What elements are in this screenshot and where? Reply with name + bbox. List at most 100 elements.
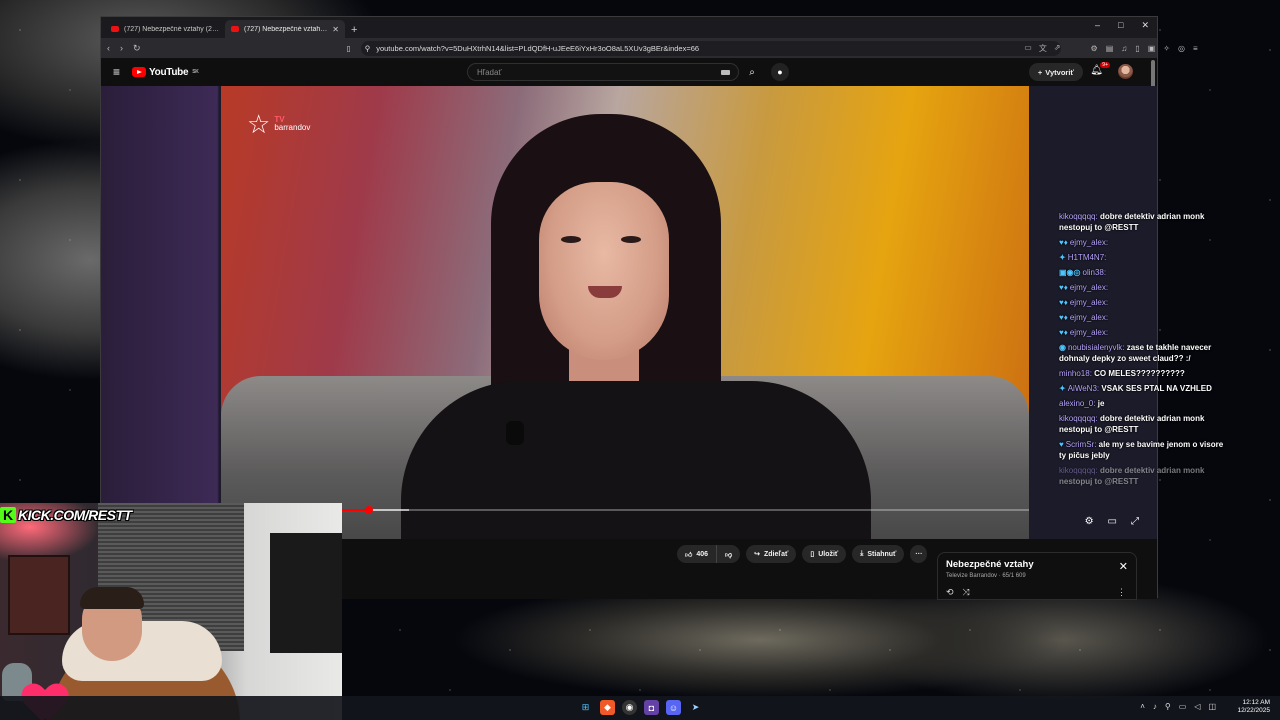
more-vertical-icon[interactable]: ⋮ bbox=[1117, 587, 1126, 598]
share-icon[interactable]: ⇗ bbox=[1054, 43, 1061, 54]
chat-message: kikoqqqqq: dobre detektiv adrian monk ne… bbox=[1059, 211, 1225, 233]
brave-browser-icon[interactable]: ◆ bbox=[600, 700, 615, 715]
monitor-tray-icon[interactable]: ▭ bbox=[1179, 702, 1187, 711]
chat-username[interactable]: noubisialenyvlk: bbox=[1068, 343, 1124, 352]
clock-date: 12/22/2025 bbox=[1237, 707, 1270, 714]
usb-icon[interactable]: ⚲ bbox=[1165, 702, 1171, 711]
video-frame[interactable]: ☆ TV barrandov bbox=[221, 86, 1029, 539]
chat-username[interactable]: ejmy_alex: bbox=[1070, 283, 1108, 292]
chat-username[interactable]: ejmy_alex: bbox=[1070, 313, 1108, 322]
cast-icon[interactable]: ▭ bbox=[1024, 43, 1032, 54]
translate-icon[interactable]: 文 bbox=[1039, 43, 1047, 54]
youtube-logo[interactable]: YouTube SK bbox=[132, 67, 199, 78]
streamer-hair bbox=[80, 587, 144, 609]
hamburger-menu-icon[interactable]: ≡ bbox=[113, 65, 120, 79]
download-button[interactable]: ⤓ Stiahnuť bbox=[852, 545, 905, 563]
network-icon[interactable]: ◫ bbox=[1208, 702, 1216, 711]
windows-start-icon[interactable]: ⊞ bbox=[578, 700, 593, 715]
close-playlist-icon[interactable]: ✕ bbox=[1119, 560, 1128, 573]
minimize-icon[interactable]: – bbox=[1095, 20, 1100, 31]
search-input[interactable]: Hľadať bbox=[467, 63, 739, 81]
chat-username[interactable]: AiWeN3: bbox=[1068, 384, 1099, 393]
chat-username[interactable]: alexino_0: bbox=[1059, 399, 1095, 408]
reader-icon[interactable]: ▯ bbox=[1135, 44, 1139, 53]
tab-1[interactable]: (727) Nebezpečné vztahy (2025/13) bbox=[105, 20, 225, 38]
wallet-icon[interactable]: ▣ bbox=[1148, 44, 1156, 53]
chat-username[interactable]: ejmy_alex: bbox=[1070, 328, 1108, 337]
youtube-favicon-icon bbox=[111, 26, 119, 32]
tab-1-title: (727) Nebezpečné vztahy (2025/13) bbox=[124, 25, 219, 33]
chat-username[interactable]: ejmy_alex: bbox=[1070, 238, 1108, 247]
chat-badge-icon: ♥♦ bbox=[1059, 283, 1068, 292]
discord-icon[interactable]: ☺ bbox=[666, 700, 681, 715]
chat-username[interactable]: H1TM4N7: bbox=[1068, 253, 1107, 262]
reload-icon[interactable]: ↻ bbox=[133, 43, 141, 54]
theater-mode-icon[interactable]: ▭ bbox=[1108, 516, 1117, 527]
star-logo-icon: ☆ bbox=[247, 109, 271, 139]
dislike-button[interactable]: 👎︎ bbox=[717, 545, 741, 563]
chat-username[interactable]: kikoqqqqq: bbox=[1059, 466, 1098, 475]
avatar[interactable] bbox=[1118, 64, 1133, 79]
steam-icon[interactable]: ➤ bbox=[688, 700, 703, 715]
obs-icon[interactable]: ◉ bbox=[622, 700, 637, 715]
search-button[interactable]: ⌕ bbox=[739, 63, 765, 81]
share-button[interactable]: ↪ Zdieľať bbox=[746, 545, 797, 563]
video-player[interactable]: ☆ TV barrandov kikoqqqqq: dobre detektiv… bbox=[101, 86, 1223, 539]
mic-tray-icon[interactable]: ♪ bbox=[1153, 702, 1157, 711]
progress-scrubber[interactable] bbox=[364, 506, 373, 514]
tv-logo-text: TV barrandov bbox=[274, 115, 310, 133]
chat-badge-icon: ♥ bbox=[1059, 440, 1064, 449]
more-actions-button[interactable]: ··· bbox=[910, 545, 928, 563]
chat-username[interactable]: ScrimSr: bbox=[1066, 440, 1097, 449]
progress-bar[interactable] bbox=[224, 506, 1029, 514]
chat-message: ✦ AiWeN3: VSAK SES PTAL NA VZHLED bbox=[1059, 383, 1225, 394]
chat-badge-icon: ✦ bbox=[1059, 384, 1066, 393]
menu-icon[interactable]: ≡ bbox=[1193, 44, 1198, 53]
create-button[interactable]: + Vytvoriť bbox=[1028, 63, 1083, 81]
like-button[interactable]: 👍︎ 406 bbox=[677, 545, 718, 563]
twitch-icon[interactable]: ◘ bbox=[644, 700, 659, 715]
site-info-icon[interactable]: ⚲ bbox=[365, 44, 371, 53]
system-clock[interactable]: 12:12 AM 12/22/2025 bbox=[1237, 699, 1270, 715]
system-tray: ˄ ♪ ⚲ ▭ ◁ ◫ bbox=[1140, 702, 1216, 711]
shuffle-icon[interactable]: ⤨ bbox=[963, 587, 970, 598]
chat-message: kikoqqqqq: dobre detektiv adrian monk ne… bbox=[1059, 413, 1225, 435]
fullscreen-icon[interactable]: ⤢ bbox=[1131, 516, 1139, 527]
new-tab-icon[interactable]: + bbox=[351, 24, 357, 36]
create-label: Vytvoriť bbox=[1045, 67, 1074, 77]
keyboard-icon[interactable] bbox=[721, 69, 730, 75]
puzzle-icon[interactable]: ✧ bbox=[1163, 44, 1170, 53]
maximize-icon[interactable]: □ bbox=[1118, 20, 1123, 31]
volume-icon[interactable]: ◁ bbox=[1194, 702, 1200, 711]
chat-username[interactable]: kikoqqqqq: bbox=[1059, 414, 1098, 423]
shield-check-icon[interactable]: ◎ bbox=[1178, 44, 1185, 53]
sidebar-icon[interactable]: ▤ bbox=[1106, 44, 1114, 53]
chat-badge-icon: ♥♦ bbox=[1059, 313, 1068, 322]
chat-message: ♥♦ ejmy_alex: bbox=[1059, 297, 1225, 308]
close-tab-icon[interactable]: ✕ bbox=[332, 25, 339, 34]
chat-username[interactable]: ejmy_alex: bbox=[1070, 298, 1108, 307]
extensions-bar: ⚙ ▤ ♫ ▯ ▣ ✧ ◎ ≡ bbox=[1091, 44, 1198, 53]
webcam-overlay bbox=[0, 503, 342, 720]
back-icon[interactable]: ‹ bbox=[107, 43, 110, 53]
address-bar[interactable]: ▯ ⚲ youtube.com/watch?v=5DuHXtrhN14&list… bbox=[347, 40, 1061, 56]
close-window-icon[interactable]: ✕ bbox=[1141, 20, 1149, 31]
music-icon[interactable]: ♫ bbox=[1121, 44, 1127, 53]
tab-2[interactable]: (727) Nebezpečné vztahy (2021/ ✕ bbox=[225, 20, 345, 38]
voice-search-button[interactable]: ● bbox=[771, 63, 789, 81]
chat-username[interactable]: olin38: bbox=[1083, 268, 1107, 277]
settings-gear-icon[interactable]: ⚙ bbox=[1085, 516, 1094, 527]
extensions-icon[interactable]: ⚙ bbox=[1091, 44, 1098, 53]
chat-username[interactable]: kikoqqqqq: bbox=[1059, 212, 1098, 221]
bookmark-save-icon: ▯ bbox=[810, 551, 815, 558]
chevron-up-icon[interactable]: ˄ bbox=[1140, 702, 1145, 711]
bookmark-icon[interactable]: ▯ bbox=[347, 44, 351, 53]
loop-icon[interactable]: ⟲ bbox=[946, 587, 954, 598]
forward-icon[interactable]: › bbox=[120, 43, 123, 53]
taskbar: ⊞ ◆ ◉ ◘ ☺ ➤ ˄ ♪ ⚲ ▭ ◁ ◫ 12:12 AM 12/22/2… bbox=[0, 696, 1280, 720]
chat-username[interactable]: minho18: bbox=[1059, 369, 1092, 378]
thumbs-up-icon: 👍︎ bbox=[685, 551, 693, 559]
chat-message: ♥♦ ejmy_alex: bbox=[1059, 312, 1225, 323]
woman-face bbox=[539, 182, 669, 360]
save-button[interactable]: ▯ Uložiť bbox=[802, 545, 847, 563]
